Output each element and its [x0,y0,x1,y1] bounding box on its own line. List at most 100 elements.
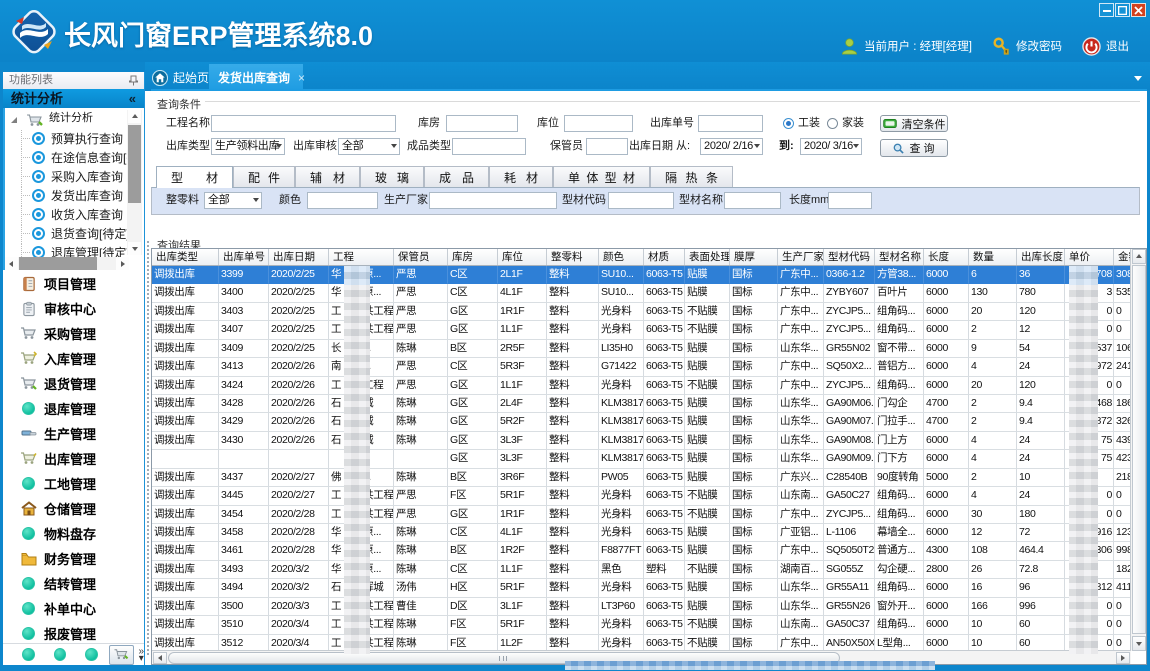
manufacturer-input[interactable] [429,192,557,209]
audit-select[interactable]: 全部 [338,138,400,155]
sidebar-module-退库管理[interactable]: 退库管理 [3,396,144,421]
sidebar-module-工地管理[interactable]: 工地管理 [3,471,144,496]
table-vertical-scrollbar[interactable] [1130,249,1146,651]
radio-home[interactable] [827,118,838,129]
column-header-出库长度[interactable]: 出库长度 [1017,249,1065,265]
sidebar-module-采购管理[interactable]: 采购管理 [3,321,144,346]
table-row[interactable]: 调拨出库34092020/2/25长...陈琳B区2R5F整料LI35H0606… [152,340,1131,358]
radio-industrial-label[interactable]: 工装 [798,115,820,132]
column-header-生产厂家[interactable]: 生产厂家 [778,249,824,265]
column-header-出库单号[interactable]: 出库单号 [219,249,269,265]
tree-item[interactable]: 预算执行查询 [5,130,127,149]
module-cart-button[interactable] [109,645,135,665]
table-scroll-down-icon[interactable] [1132,636,1146,651]
pin-icon[interactable] [129,75,138,86]
table-scroll-right-icon[interactable] [1116,652,1130,664]
module-dot-icon[interactable] [54,648,67,661]
table-row[interactable]: 调拨出库34132020/2/26南...严思C区5R3F整料G71422606… [152,358,1131,376]
scroll-down-icon[interactable] [128,242,141,255]
overflow-chevron-icon[interactable]: »▾ [138,648,144,662]
material-tab-成品[interactable]: 成品 [424,166,489,187]
tree-item[interactable]: 收货入库查询 [5,206,127,225]
logout-link[interactable]: 退出 [1106,38,1129,54]
sidebar-module-物料盘存[interactable]: 物料盘存 [3,521,144,546]
sidebar-module-仓储管理[interactable]: 仓储管理 [3,496,144,521]
scroll-up-icon[interactable] [128,110,141,123]
date-from-select[interactable]: 2020/ 2/16 [700,138,763,155]
table-row[interactable]: 调拨出库34542020/2/28工共工程严思G区1R1F整料光身料6063-T… [152,506,1131,524]
warehouse-input[interactable] [446,115,518,132]
table-vscroll-thumb[interactable] [1132,265,1146,634]
clear-button[interactable]: 清空条件 [880,115,948,132]
keeper-input[interactable] [586,138,628,155]
sidebar-module-退货管理[interactable]: 退货管理 [3,371,144,396]
column-header-出库日期[interactable]: 出库日期 [269,249,329,265]
close-button[interactable] [1131,3,1146,17]
column-header-工程[interactable]: 工程 [329,249,394,265]
material-tab-隔热条[interactable]: 隔热条 [650,166,733,187]
column-header-库位[interactable]: 库位 [498,249,547,265]
column-header-膜厚[interactable]: 膜厚 [730,249,778,265]
module-dot-icon[interactable] [85,648,98,661]
tree-root-node[interactable]: 统计分析 [5,110,127,130]
sidebar-module-财务管理[interactable]: 财务管理 [3,546,144,571]
table-row[interactable]: 调拨出库34072020/2/25工共工程严思G区1L1F整料光身料6063-T… [152,321,1131,339]
material-tab-辅材[interactable]: 辅材 [295,166,360,187]
color-input[interactable] [307,192,378,209]
column-header-长度[interactable]: 长度 [924,249,969,265]
material-tab-配件[interactable]: 配件 [233,166,295,187]
table-row[interactable]: 调拨出库34942020/3/2石辉城汤伟H区5R1F整料光身料6063-T5贴… [152,579,1131,597]
profile-code-input[interactable] [608,192,674,209]
tree-horizontal-scrollbar[interactable] [5,257,129,270]
table-scroll-up-icon[interactable] [1132,249,1146,264]
location-input[interactable] [564,115,633,132]
product-type-input[interactable] [452,138,526,155]
radio-home-label[interactable]: 家装 [842,115,864,132]
column-header-数量[interactable]: 数量 [969,249,1017,265]
sidebar-module-生产管理[interactable]: 生产管理 [3,421,144,446]
tree-item[interactable]: 采购入库查询 [5,168,127,187]
tree-vscroll-thumb[interactable] [128,125,141,203]
sidebar-module-入库管理[interactable]: 入库管理 [3,346,144,371]
table-row[interactable]: 调拨出库33992020/2/25华原...严思C区2L1F整料SU10...6… [152,266,1131,284]
change-password-link[interactable]: 修改密码 [1016,38,1062,54]
module-dot-icon[interactable] [22,648,35,661]
table-row[interactable]: 调拨出库34002020/2/25华原...严思C区4L1F整料SU10...6… [152,284,1131,302]
sidebar-module-结转管理[interactable]: 结转管理 [3,571,144,596]
table-row[interactable]: 调拨出库34242020/2/26工工程严思G区1L1F整料光身料6063-T5… [152,377,1131,395]
tree-expander-icon[interactable] [11,117,17,123]
tree-item[interactable]: 发货出库查询 [5,187,127,206]
sidebar-module-项目管理[interactable]: 项目管理 [3,271,144,296]
tab-list-dropdown-icon[interactable] [1134,76,1142,85]
table-scroll-left-icon[interactable] [153,652,167,664]
table-row[interactable]: 调拨出库34452020/2/27工共工程严思F区5R1F整料光身料6063-T… [152,487,1131,505]
column-header-保管员[interactable]: 保管员 [394,249,448,265]
column-header-颜色[interactable]: 颜色 [599,249,644,265]
table-row[interactable]: 调拨出库34612020/2/28华原...陈琳B区1R2F整料F8877FT6… [152,542,1131,560]
table-row[interactable]: 调拨出库34932020/3/2华原...陈琳C区1L1F整料黑色塑料不贴膜国标… [152,561,1131,579]
sidebar-panel-title[interactable]: 统计分析 « [3,89,144,108]
length-input[interactable] [828,192,872,209]
column-header-出库类型[interactable]: 出库类型 [152,249,219,265]
out-type-select[interactable]: 生产领料出库 [211,138,285,155]
scroll-right-icon[interactable] [116,257,129,270]
tab-close-icon[interactable]: × [298,71,305,85]
minimize-button[interactable] [1099,3,1114,17]
material-tab-玻璃[interactable]: 玻璃 [360,166,424,187]
column-header-整零料[interactable]: 整零料 [547,249,599,265]
radio-industrial[interactable] [783,118,794,129]
sidebar-module-审核中心[interactable]: 审核中心 [3,296,144,321]
material-tab-型材[interactable]: 型材 [156,166,233,188]
collapse-icon[interactable]: « [129,89,136,108]
column-header-单价[interactable]: 单价 [1065,249,1114,265]
table-row[interactable]: 调拨出库35002020/3/3工共工程曹佳D区3L1F整料LT3P606063… [152,598,1131,616]
sidebar-module-补单中心[interactable]: 补单中心 [3,596,144,621]
table-row[interactable]: 调拨出库34292020/2/26石城陈琳G区5R2F整料KLM38176063… [152,413,1131,431]
table-row[interactable]: 调拨出库34582020/2/28华原...陈琳C区4L1F整料光身料6063-… [152,524,1131,542]
column-header-型材代码[interactable]: 型材代码 [824,249,875,265]
tree-item[interactable]: 退货查询[待定] [5,225,127,244]
scroll-left-icon[interactable] [5,257,18,270]
column-header-表面处理[interactable]: 表面处理 [685,249,730,265]
table-row[interactable]: 调拨出库34302020/2/26石城陈琳G区3L3F整料KLM38176063… [152,432,1131,450]
table-row[interactable]: 调拨出库34372020/2/27佛...陈琳B区3R6F整料PW056063-… [152,469,1131,487]
